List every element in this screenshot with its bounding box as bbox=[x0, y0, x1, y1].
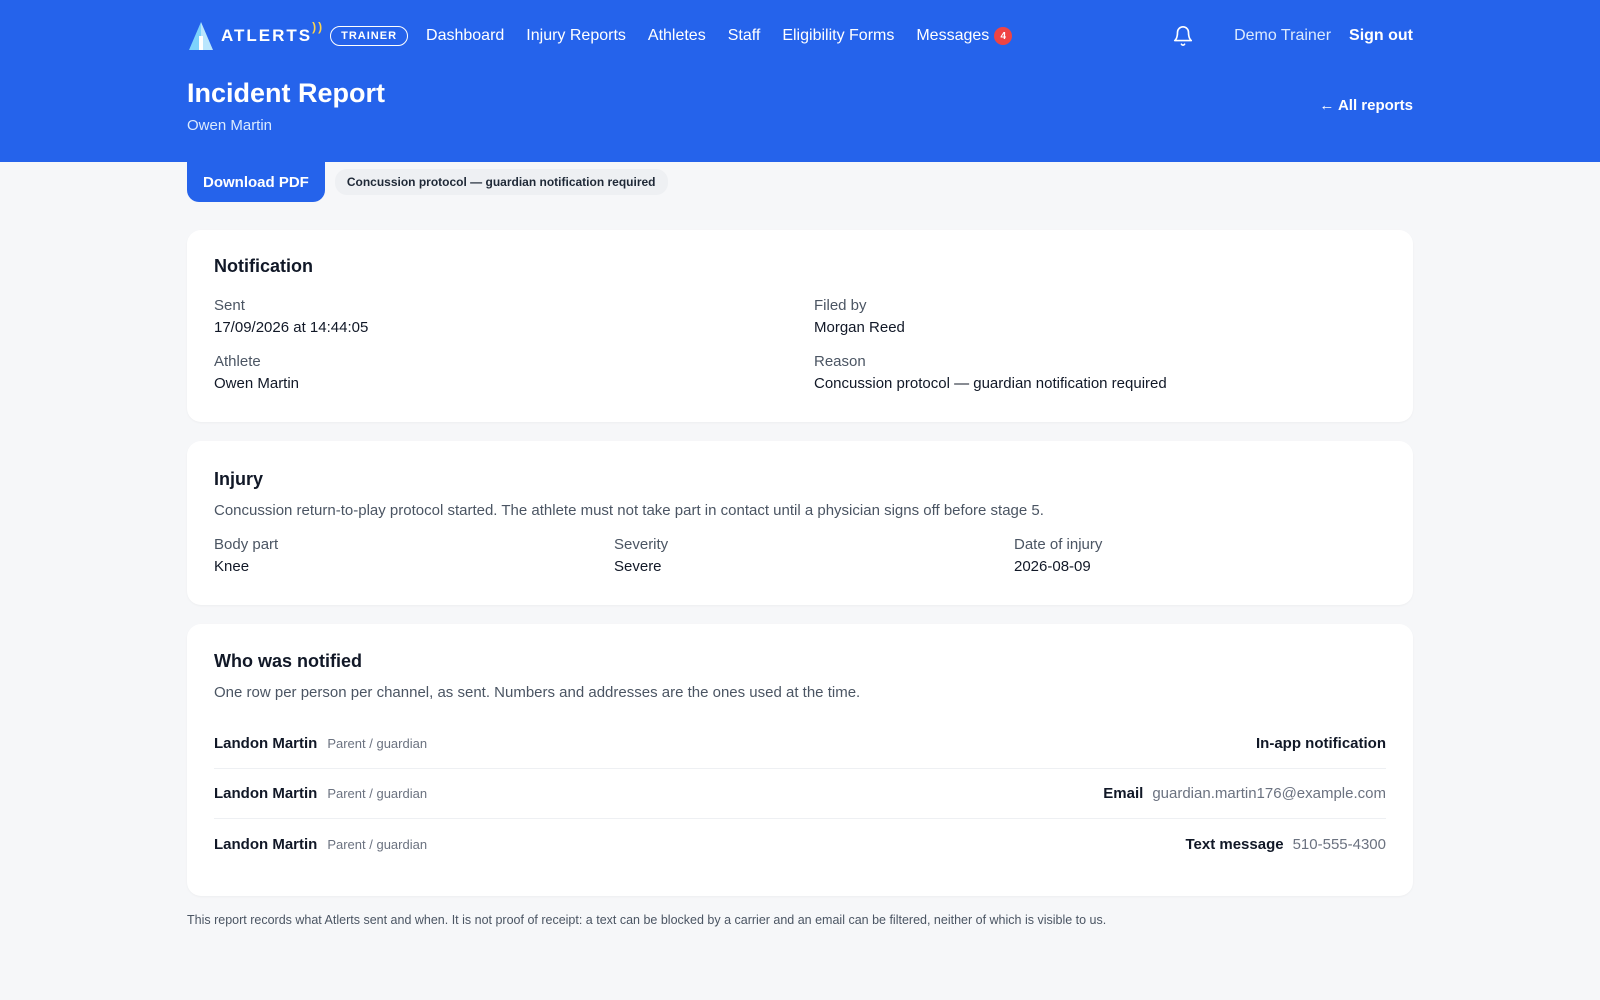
reason-label: Reason bbox=[814, 353, 866, 370]
who-was-notified-card: Who was notified One row per person per … bbox=[187, 624, 1413, 896]
injury-card: Injury Concussion return-to-play protoco… bbox=[187, 441, 1413, 605]
recipient-relation: Parent / guardian bbox=[327, 836, 428, 852]
channel-label: In-app notification bbox=[1256, 735, 1386, 752]
notification-card: Notification Sent 17/09/2026 at 14:44:05… bbox=[187, 230, 1413, 422]
sent-field: Sent 17/09/2026 at 14:44:05 bbox=[214, 297, 814, 336]
filed-by-value: Morgan Reed bbox=[814, 319, 905, 336]
reason-field: Reason Concussion protocol — guardian no… bbox=[814, 353, 1386, 392]
logo-mark-icon bbox=[189, 22, 213, 50]
notification-title: Notification bbox=[214, 256, 313, 276]
sign-out-link[interactable]: Sign out bbox=[1349, 27, 1413, 45]
nav-link-messages-label: Messages bbox=[916, 27, 990, 44]
footer-note: This report records what Atlerts sent an… bbox=[187, 913, 1107, 927]
recipient-name: Landon Martin bbox=[214, 735, 318, 752]
reason-chip: Concussion protocol — guardian notificat… bbox=[334, 169, 668, 195]
logo[interactable]: ATLERTS )) bbox=[187, 20, 322, 52]
injury-description: Concussion return-to-play protocol start… bbox=[214, 502, 1044, 519]
filed-by-label: Filed by bbox=[814, 297, 867, 314]
nav-link-staff[interactable]: Staff bbox=[728, 27, 761, 45]
messages-count-badge: 4 bbox=[994, 27, 1013, 45]
athlete-label: Athlete bbox=[214, 353, 261, 370]
nav-link-messages[interactable]: Messages 4 bbox=[916, 27, 1013, 45]
injury-fields: Body part Knee Severity Severe Date of i… bbox=[214, 536, 1386, 575]
contact-address: guardian.martin176@example.com bbox=[1152, 785, 1386, 802]
recipient-relation: Parent / guardian bbox=[327, 736, 428, 751]
severity-label: Severity bbox=[614, 536, 669, 553]
recipient-name: Landon Martin bbox=[214, 785, 318, 802]
role-badge: TRAINER bbox=[330, 26, 409, 46]
sent-label: Sent bbox=[214, 297, 245, 314]
action-row: Download PDF Concussion protocol — guard… bbox=[187, 162, 668, 202]
top-nav: ATLERTS )) TRAINER Dashboard Injury Repo… bbox=[187, 18, 1413, 54]
brand-text: ATLERTS bbox=[221, 26, 313, 45]
nav-links: Dashboard Injury Reports Athletes Staff … bbox=[426, 27, 1013, 45]
severity-value: Severe bbox=[614, 558, 662, 575]
date-of-injury-label: Date of injury bbox=[1014, 536, 1103, 553]
who-was-notified-title: Who was notified bbox=[214, 651, 362, 671]
athlete-value: Owen Martin bbox=[214, 375, 300, 392]
nav-link-eligibility-forms[interactable]: Eligibility Forms bbox=[782, 27, 894, 45]
page-subtitle: Owen Martin bbox=[187, 117, 273, 134]
top-header: ATLERTS )) TRAINER Dashboard Injury Repo… bbox=[0, 0, 1600, 162]
all-reports-link[interactable]: ← All reports bbox=[1319, 97, 1413, 114]
body-part-value: Knee bbox=[214, 558, 250, 575]
channel-label: Text message bbox=[1185, 835, 1284, 853]
body-part-label: Body part bbox=[214, 536, 279, 553]
bell-icon[interactable] bbox=[1172, 25, 1194, 47]
list-item: Landon Martin Parent / guardian Email gu… bbox=[214, 769, 1386, 819]
list-item: Landon Martin Parent / guardian Text mes… bbox=[214, 819, 1386, 869]
page-title: Incident Report bbox=[187, 78, 386, 108]
severity-field: Severity Severe bbox=[614, 536, 1014, 575]
who-was-notified-description: One row per person per channel, as sent.… bbox=[214, 684, 861, 701]
nav-right: Demo Trainer Sign out bbox=[1172, 25, 1413, 47]
contact-number: 510-555-4300 bbox=[1292, 835, 1386, 853]
signal-icon: )) bbox=[312, 20, 325, 34]
current-user-name[interactable]: Demo Trainer bbox=[1234, 27, 1331, 45]
nav-link-athletes[interactable]: Athletes bbox=[648, 27, 706, 45]
nav-link-dashboard[interactable]: Dashboard bbox=[426, 27, 504, 45]
date-of-injury-value: 2026-08-09 bbox=[1014, 558, 1091, 575]
sent-value: 17/09/2026 at 14:44:05 bbox=[214, 319, 369, 336]
filed-by-field: Filed by Morgan Reed bbox=[814, 297, 1386, 336]
notified-list: Landon Martin Parent / guardian In-app n… bbox=[214, 719, 1386, 869]
list-item: Landon Martin Parent / guardian In-app n… bbox=[214, 719, 1386, 769]
nav-link-injury-reports[interactable]: Injury Reports bbox=[526, 27, 626, 45]
recipient-relation: Parent / guardian bbox=[327, 786, 428, 801]
download-pdf-button[interactable]: Download PDF bbox=[187, 162, 325, 202]
brand-name: ATLERTS )) bbox=[221, 20, 322, 46]
date-of-injury-field: Date of injury 2026-08-09 bbox=[1014, 536, 1386, 575]
athlete-field: Athlete Owen Martin bbox=[214, 353, 814, 392]
reason-value: Concussion protocol — guardian notificat… bbox=[814, 375, 1167, 392]
notification-fields: Sent 17/09/2026 at 14:44:05 Filed by Mor… bbox=[214, 297, 1386, 392]
injury-title: Injury bbox=[214, 469, 264, 489]
channel-label: Email bbox=[1103, 785, 1144, 802]
body-part-field: Body part Knee bbox=[214, 536, 614, 575]
recipient-name: Landon Martin bbox=[214, 835, 318, 853]
